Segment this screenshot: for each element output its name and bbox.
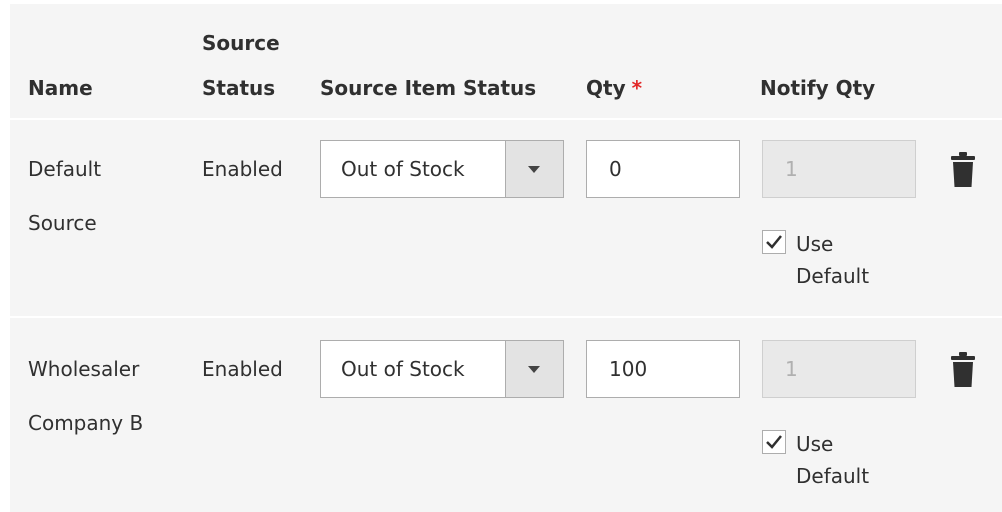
chevron-down-icon[interactable]: [505, 341, 563, 397]
required-marker: *: [631, 76, 643, 100]
source-name-line2: Company B: [28, 411, 144, 435]
trash-icon[interactable]: [950, 352, 976, 388]
column-header-source-status-line1: Source: [202, 31, 280, 55]
source-name-line1: Wholesaler: [28, 357, 140, 381]
source-item-status-select[interactable]: Out of Stock: [320, 340, 564, 398]
column-header-name: Name: [28, 76, 93, 100]
chevron-down-icon[interactable]: [505, 141, 563, 197]
source-name-line1: Default: [28, 157, 102, 181]
column-header-source-item-status: Source Item Status: [320, 76, 537, 100]
column-header-qty-label: Qty: [586, 76, 626, 100]
checkmark-icon: [766, 235, 782, 249]
use-default-checkbox[interactable]: [762, 230, 786, 254]
header-divider: [10, 118, 1002, 120]
trash-icon[interactable]: [950, 152, 976, 188]
use-default-label-line2: Default: [796, 464, 870, 488]
source-name-line2: Source: [28, 211, 97, 235]
qty-input[interactable]: 100: [586, 340, 740, 398]
checkmark-icon: [766, 435, 782, 449]
use-default-checkbox[interactable]: [762, 430, 786, 454]
column-header-qty: Qty *: [586, 73, 642, 103]
column-header-source-status-line2: Status: [202, 76, 276, 100]
source-item-status-value: Out of Stock: [341, 357, 465, 381]
qty-input[interactable]: 0: [586, 140, 740, 198]
notify-qty-input: 1: [762, 340, 916, 398]
column-header-notify-qty: Notify Qty: [760, 76, 876, 100]
row-divider: [10, 316, 1002, 318]
use-default-label-line1: Use: [796, 432, 834, 456]
notify-qty-input: 1: [762, 140, 916, 198]
use-default-label-line2: Default: [796, 264, 870, 288]
source-item-status-select[interactable]: Out of Stock: [320, 140, 564, 198]
use-default-label-line1: Use: [796, 232, 834, 256]
source-item-status-value: Out of Stock: [341, 157, 465, 181]
